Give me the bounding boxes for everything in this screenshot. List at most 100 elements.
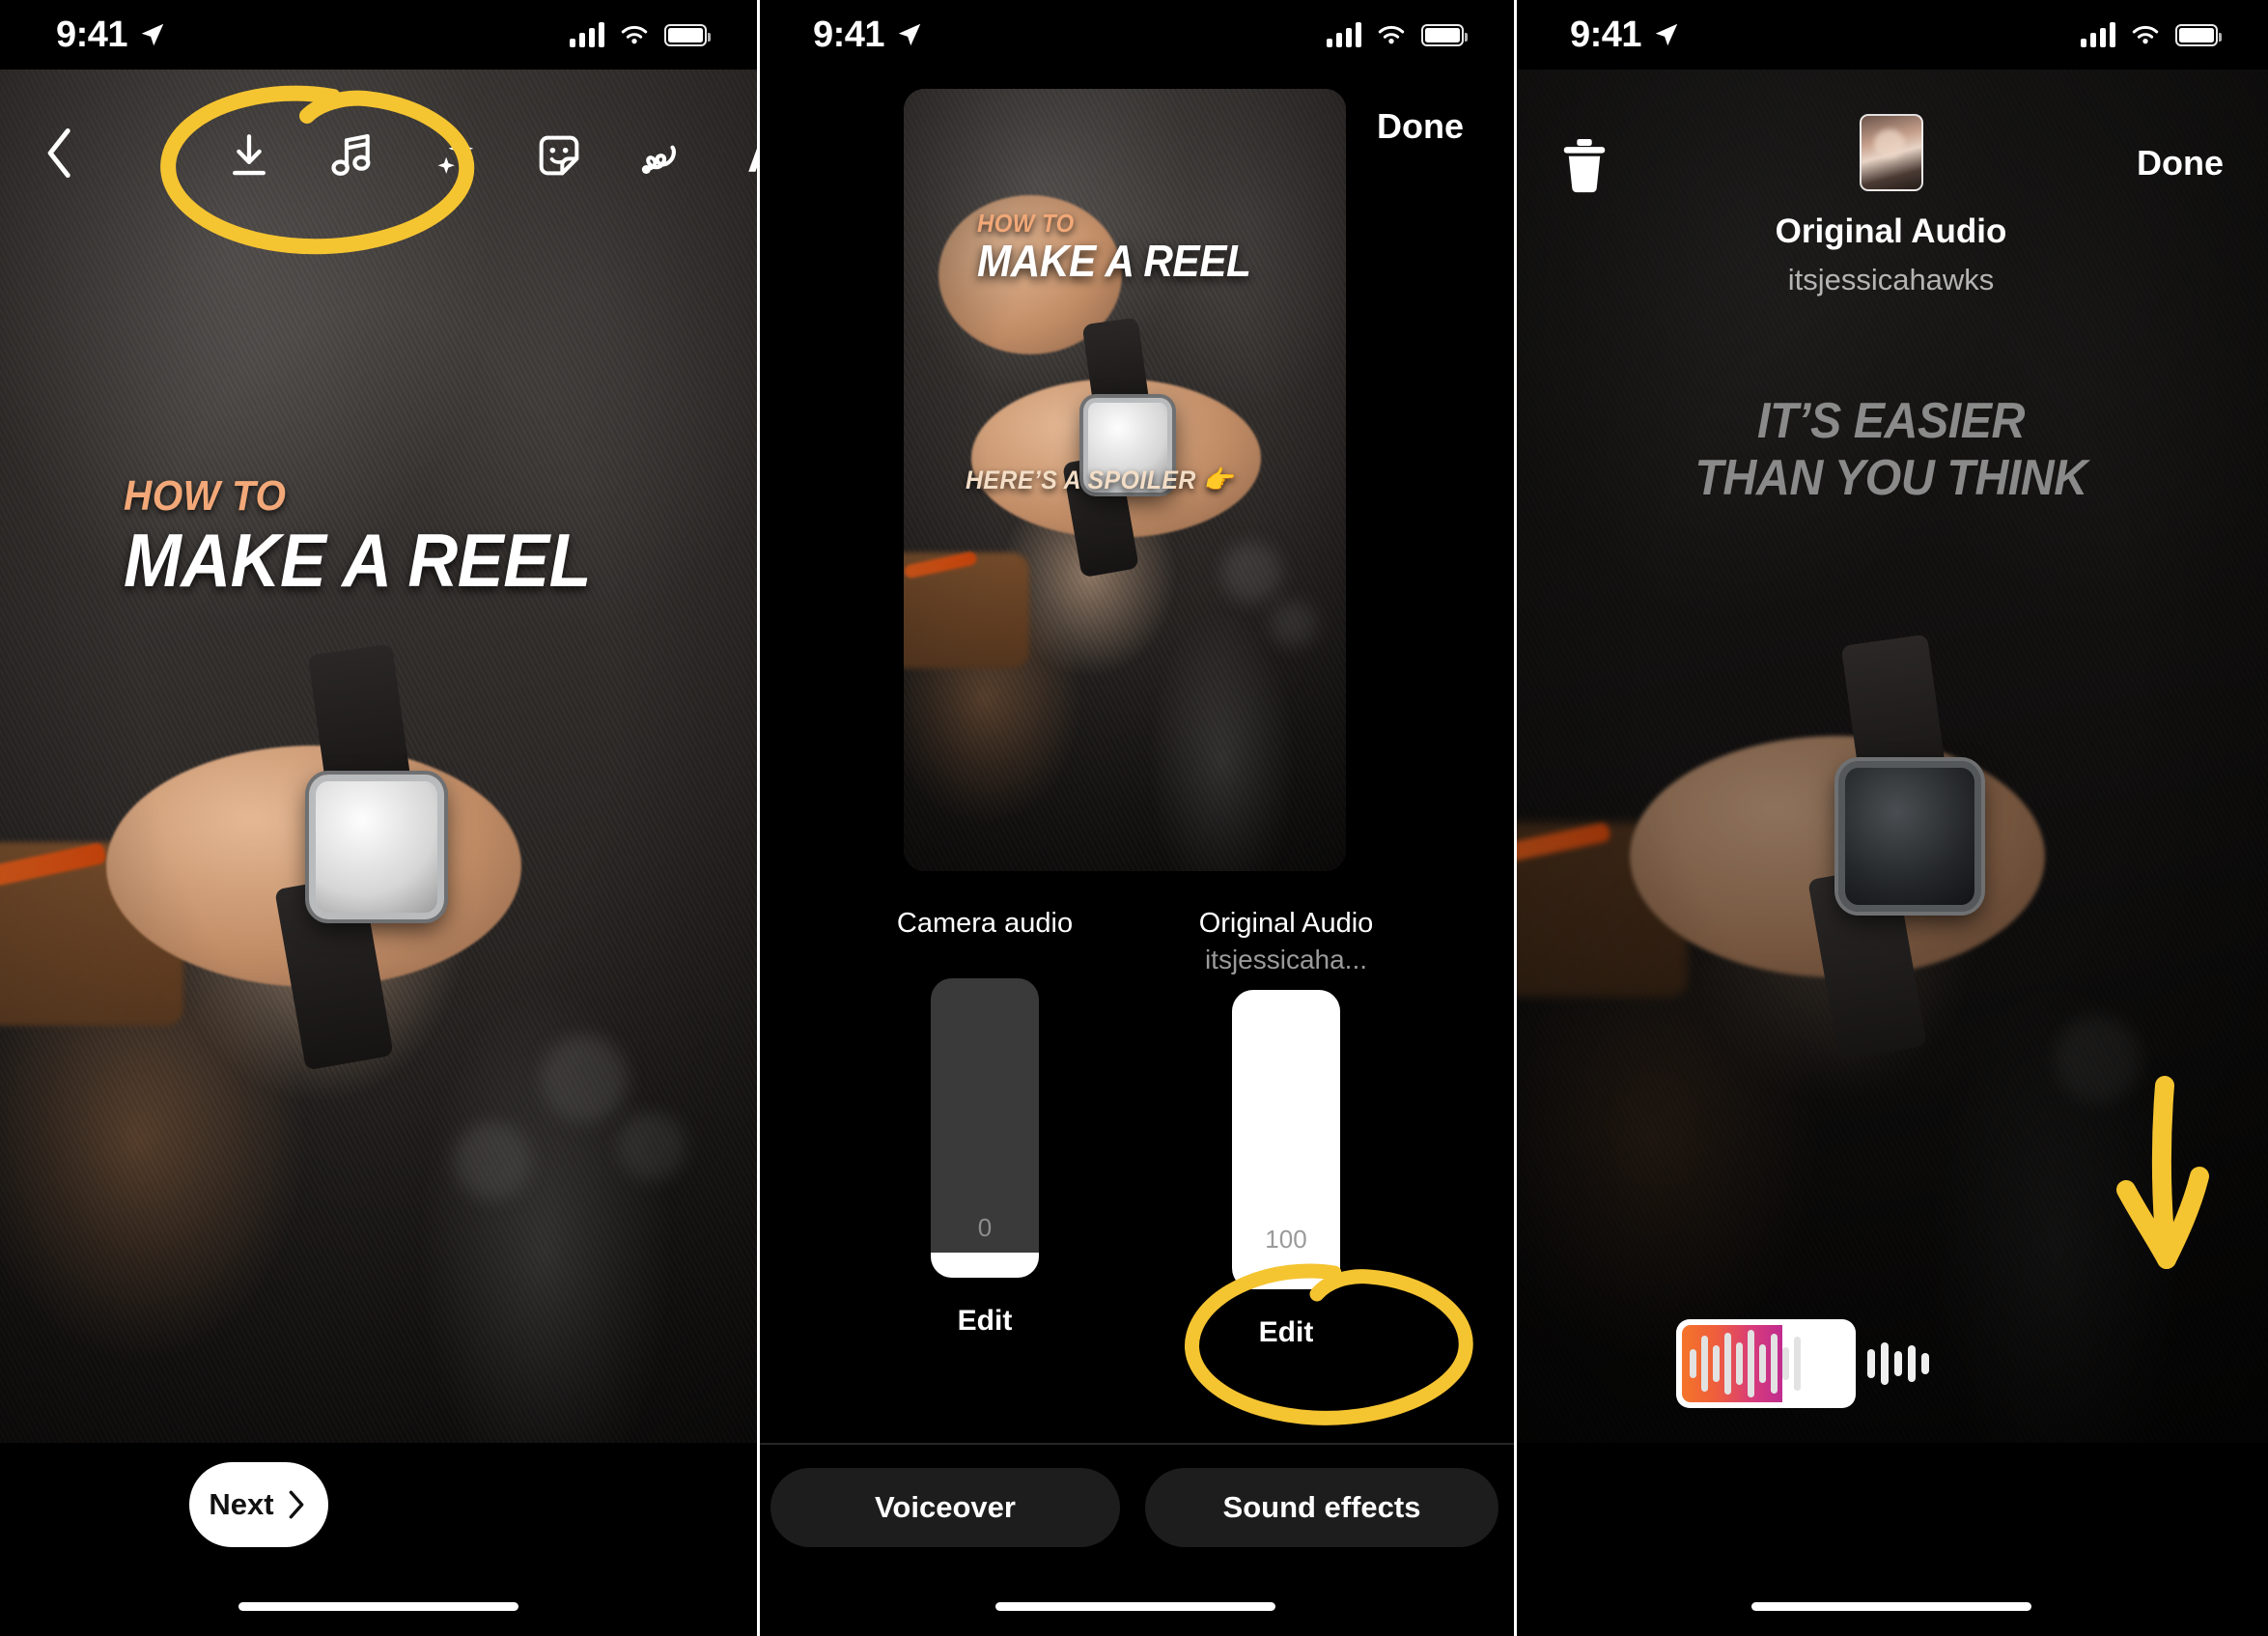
trimmer-caption-line-1: IT’S EASIER [1756, 393, 2026, 449]
toolbar-draw-button[interactable] [641, 132, 689, 179]
waveform-selection-window[interactable] [1676, 1319, 1856, 1408]
track-title: Original Audio [1198, 908, 1374, 939]
panel-audio-trimmer: 9:41 IT’S EASIER THAN YOU THINK Original… [1514, 0, 2268, 1636]
panel-audio-mixer: 9:41 Done HOW TO MAKE A REEL HERE’S A SP… [757, 0, 1514, 1636]
voiceover-button[interactable]: Voiceover [770, 1468, 1120, 1547]
wifi-icon [1378, 25, 1405, 44]
reel-preview-thumbnail[interactable]: HOW TO MAKE A REEL HERE’S A SPOILER 👉 [904, 89, 1346, 871]
status-bar-left-2: 9:41 [813, 16, 924, 53]
waveform-bar [1748, 1330, 1754, 1397]
status-bar-left: 9:41 [56, 16, 167, 53]
waveform-tail-bar [1881, 1342, 1889, 1385]
status-bar-2: 9:41 [757, 0, 1514, 70]
avatar[interactable] [1859, 114, 1923, 191]
chevron-right-icon [289, 1490, 303, 1519]
audio-track-original: Original Audio itsjessicaha... 100 Edit [1184, 908, 1388, 1349]
location-arrow-icon [1655, 23, 1678, 46]
toolbar-icon-group: Aa [228, 131, 757, 180]
audio-trim-waveform[interactable] [1676, 1319, 2120, 1408]
bottom-bar-divider [757, 1443, 1514, 1445]
battery-icon [2175, 23, 2222, 46]
waveform-bar [1713, 1345, 1720, 1382]
panel-divider-1 [757, 0, 760, 1636]
slider-value: 100 [1265, 1224, 1307, 1254]
draw-squiggle-icon [641, 145, 676, 174]
done-button-2[interactable]: Done [1377, 106, 1464, 147]
status-time-3: 9:41 [1570, 14, 1642, 55]
battery-icon [1421, 23, 1468, 46]
trash-icon [1563, 139, 1606, 193]
three-panel-screenshot: 9:41 HOW TO MAKE A REEL Next 9:41 Done H… [0, 0, 2268, 1636]
panel-divider-2 [1514, 0, 1517, 1636]
waveform-bar [1771, 1334, 1778, 1394]
cellular-bars-icon [2081, 22, 2115, 47]
cellular-bars-icon [1327, 22, 1361, 47]
next-button[interactable]: Next [189, 1462, 328, 1547]
wifi-icon [2132, 25, 2159, 44]
home-indicator-3 [1750, 1602, 2031, 1611]
home-indicator-2 [995, 1602, 1275, 1611]
waveform-bar [1759, 1344, 1766, 1383]
original-audio-edit-button[interactable]: Edit [1259, 1316, 1314, 1349]
back-button[interactable] [41, 127, 79, 185]
waveform-bar [1701, 1336, 1708, 1392]
track-subtitle: itsjessicaha... [1204, 945, 1368, 975]
toolbar-download-button[interactable] [228, 133, 270, 178]
home-indicator-1 [238, 1602, 518, 1611]
waveform-bar [1736, 1342, 1743, 1385]
waveform-bar [1690, 1349, 1696, 1378]
sound-effects-button[interactable]: Sound effects [1145, 1468, 1498, 1547]
slider-fill [931, 1253, 1039, 1279]
done-button-3[interactable]: Done [2137, 143, 2224, 183]
waveform-bar [1794, 1337, 1801, 1391]
waveform-selection-inner [1682, 1325, 1850, 1402]
sticker-icon [539, 135, 579, 176]
waveform-gradient-fill [1682, 1325, 1783, 1402]
status-bar-right [570, 22, 711, 47]
music-note-icon [331, 133, 371, 176]
download-icon [233, 134, 266, 176]
sparkles-icon [437, 136, 474, 174]
audio-track-list: Camera audio 0 Edit Original Audio itsje… [757, 908, 1514, 1349]
editor-toolbar: Aa [0, 114, 757, 197]
reel-preview-canvas[interactable]: HOW TO MAKE A REEL [0, 70, 757, 1443]
wifi-icon [621, 25, 648, 44]
preview-vignette [904, 89, 1346, 871]
waveform-tail-bar [1908, 1345, 1916, 1382]
audio-author: itsjessicahawks [1787, 263, 1995, 296]
delete-audio-button[interactable] [1558, 135, 1610, 200]
location-arrow-icon [898, 23, 921, 46]
camera-audio-edit-button[interactable]: Edit [958, 1305, 1013, 1338]
toolbar-effects-button[interactable] [433, 132, 477, 179]
status-bar-1: 9:41 [0, 0, 757, 70]
cellular-bars-icon [570, 22, 604, 47]
panel-reel-editor: 9:41 HOW TO MAKE A REEL Next [0, 0, 757, 1636]
status-bar-3: 9:41 [1514, 0, 2268, 70]
status-bar-left-3: 9:41 [1570, 16, 1681, 53]
status-time-2: 9:41 [813, 14, 885, 55]
trimmer-caption-overlay: IT’S EASIER THAN YOU THINK [1514, 393, 2268, 507]
status-bar-right-3 [2081, 22, 2222, 47]
track-title: Camera audio [896, 908, 1074, 939]
photo-vignette [0, 70, 757, 1443]
camera-audio-volume-slider[interactable]: 0 [931, 978, 1039, 1279]
original-audio-volume-slider[interactable]: 100 [1232, 989, 1340, 1289]
battery-icon [664, 23, 711, 46]
toolbar-audio-button[interactable] [328, 131, 375, 180]
audio-track-camera: Camera audio 0 Edit [882, 908, 1087, 1349]
slider-value: 0 [977, 1213, 993, 1243]
waveform-tail [1867, 1342, 1929, 1385]
status-time: 9:41 [56, 14, 128, 55]
trimmer-caption-line-2: THAN YOU THINK [1694, 450, 2087, 507]
toolbar-sticker-button[interactable] [535, 131, 583, 180]
waveform-tail-bar [1921, 1353, 1929, 1374]
next-button-label: Next [209, 1487, 274, 1521]
audio-info-header[interactable]: Original Audio itsjessicahawks [1514, 114, 2268, 297]
location-arrow-icon [141, 23, 164, 46]
toolbar-text-button[interactable]: Aa [747, 131, 757, 180]
text-aa-icon: Aa [747, 131, 757, 180]
trimmer-header: Original Audio itsjessicahawks Done [1514, 114, 2268, 297]
chevron-left-icon [47, 127, 70, 179]
status-bar-right-2 [1327, 22, 1468, 47]
waveform-bar [1724, 1333, 1731, 1395]
